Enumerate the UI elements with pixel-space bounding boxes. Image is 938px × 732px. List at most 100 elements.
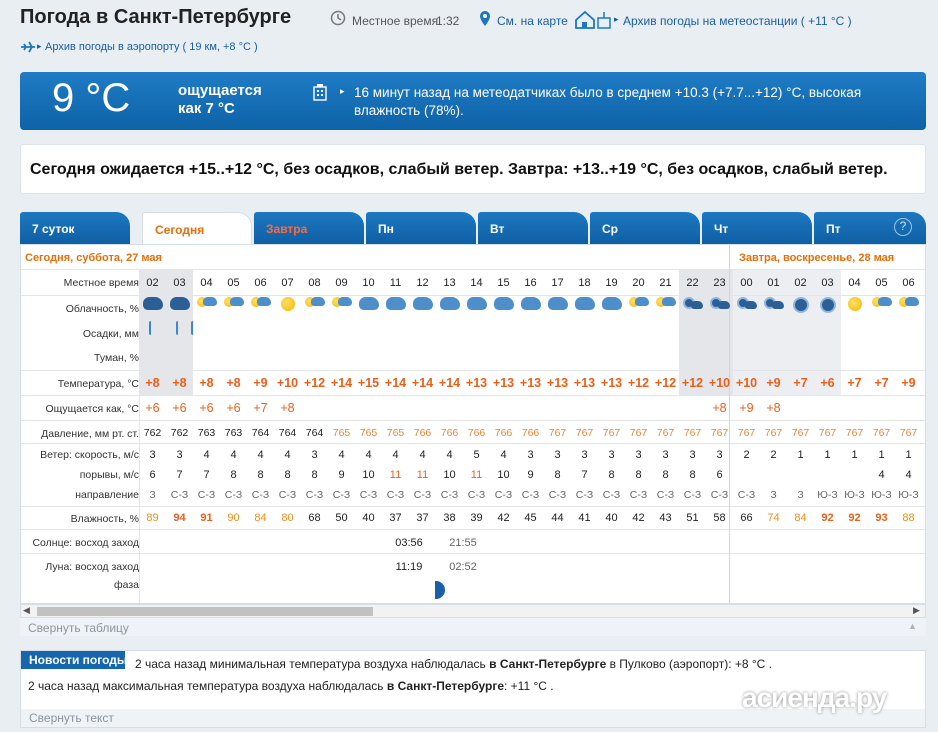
gust-cell: 8: [635, 469, 642, 481]
hour-cell: 18: [578, 277, 591, 289]
temp-cell: +9: [901, 376, 916, 390]
map-link[interactable]: См. на карте: [497, 14, 568, 28]
pressure-cell: 767: [818, 427, 837, 439]
hour-cell: 20: [632, 277, 645, 289]
arrow-icon: ▸: [614, 14, 619, 24]
row-divider: [21, 370, 925, 371]
wind-dir-cell: С-З: [710, 489, 729, 501]
feels-cell: +8: [712, 401, 727, 415]
gust-cell: 10: [443, 469, 456, 481]
gust-cell: 6: [716, 469, 723, 481]
airport-archive-link[interactable]: Архив погоды в аэропорту ( 19 км, +8 °C …: [45, 41, 258, 53]
wind-cell: 2: [770, 449, 777, 461]
cloud-icon: [544, 297, 571, 317]
wind-cell: 2: [743, 449, 750, 461]
pressure-cell: 767: [872, 427, 891, 439]
humidity-cell: 90: [227, 512, 240, 524]
hour-cell: 17: [551, 277, 564, 289]
humidity-cell: 66: [740, 512, 753, 524]
news-text: : +11 °C .: [504, 679, 554, 693]
temp-cell: +12: [681, 376, 704, 390]
wind-dir-cell: С-З: [548, 489, 567, 501]
gust-cell: 6: [149, 469, 156, 481]
gust-cell: 7: [203, 469, 210, 481]
day-tabs: 7 суток Сегодня Завтра Пн Вт Ср Чт Пт ?: [20, 212, 926, 244]
gust-cell: 10: [362, 469, 375, 481]
scroll-left-icon[interactable]: ◀: [23, 605, 30, 616]
news-item-1[interactable]: 2 часа назад минимальная температура воз…: [135, 657, 772, 671]
humidity-cell: 68: [308, 512, 321, 524]
temp-cell: +12: [303, 376, 326, 390]
temp-cell: +10: [708, 376, 731, 390]
wind-cell: 1: [797, 449, 804, 461]
pressure-cell: 765: [359, 427, 378, 439]
tab-tuesday[interactable]: Вт: [478, 212, 588, 244]
humidity-cell: 92: [848, 512, 861, 524]
sunrise-time: 03:56: [395, 537, 423, 549]
gust-cell: 9: [527, 469, 534, 481]
feels-cell: +6: [226, 401, 241, 415]
row-divider: [21, 395, 925, 396]
cloud-icon: [517, 297, 544, 317]
pressure-cell: 763: [224, 427, 243, 439]
table-scrollbar[interactable]: ◀ ▶: [20, 604, 926, 618]
scrollbar-thumb[interactable]: [37, 607, 373, 616]
pressure-cell: 767: [656, 427, 675, 439]
pressure-cell: 767: [629, 427, 648, 439]
wind-cell: 3: [716, 449, 723, 461]
collapse-table-bar[interactable]: Свернуть таблицу ▲: [20, 618, 926, 636]
pressure-cell: 765: [386, 427, 405, 439]
humidity-cell: 93: [875, 512, 888, 524]
hour-cell: 04: [848, 277, 861, 289]
tab-wednesday[interactable]: Ср: [590, 212, 700, 244]
hour-cell: 03: [821, 277, 834, 289]
tab-7days[interactable]: 7 суток: [20, 212, 130, 244]
tab-today[interactable]: Сегодня: [142, 212, 252, 244]
wind-dir-cell: С-З: [494, 489, 513, 501]
rain-drop-icon: [149, 321, 155, 335]
gust-cell: 8: [311, 469, 318, 481]
row-label-cloud: Облачность, %: [65, 303, 139, 315]
wind-dir-cell: С-З: [386, 489, 405, 501]
sun-cloud-icon: [220, 297, 247, 317]
pressure-cell: 766: [413, 427, 432, 439]
gust-cell: 11: [416, 469, 429, 481]
pressure-cell: 764: [278, 427, 297, 439]
news-city: в Санкт-Петербурге: [386, 679, 504, 693]
tab-monday[interactable]: Пн: [366, 212, 476, 244]
help-icon[interactable]: ?: [894, 218, 912, 236]
feels-like: ощущается как 7 °C: [178, 82, 262, 118]
scroll-right-icon[interactable]: ▶: [913, 605, 920, 616]
cloud-icon: [355, 297, 382, 317]
night-cloud-icon: [760, 297, 787, 317]
feels-label: ощущается: [178, 82, 262, 99]
temp-cell: +9: [766, 376, 781, 390]
sun-cloud-icon: [193, 297, 220, 317]
feels-value: как 7 °C: [178, 100, 235, 117]
wind-dir-cell: С-З: [521, 489, 540, 501]
pressure-cell: 762: [143, 427, 162, 439]
news-badge: Новости погоды: [21, 651, 127, 669]
wind-dir-cell: З: [149, 489, 156, 501]
pressure-cell: 767: [791, 427, 810, 439]
news-item-2[interactable]: 2 часа назад максимальная температура во…: [28, 679, 554, 693]
collapse-table-link[interactable]: Свернуть таблицу: [28, 621, 129, 635]
humidity-cell: 42: [632, 512, 645, 524]
hour-cell: 21: [659, 277, 672, 289]
night-icon: [814, 297, 841, 317]
gust-cell: 8: [284, 469, 291, 481]
humidity-cell: 88: [902, 512, 915, 524]
temp-cell: +7: [874, 376, 889, 390]
wind-dir-cell: С-З: [683, 489, 702, 501]
collapse-up-icon[interactable]: ▲: [908, 621, 917, 631]
night-cloud-rain-icon: [139, 297, 166, 317]
wind-dir-cell: С-З: [251, 489, 270, 501]
tab-thursday[interactable]: Чт: [702, 212, 812, 244]
row-label-wind: Ветер: скорость, м/с: [40, 449, 139, 461]
pressure-cell: 766: [440, 427, 459, 439]
pressure-cell: 767: [710, 427, 729, 439]
gust-cell: 11: [389, 469, 402, 481]
page-title: Погода в Санкт-Петербурге: [20, 6, 292, 28]
tab-tomorrow[interactable]: Завтра: [254, 212, 364, 244]
station-archive-link[interactable]: Архив погоды на метеостанции ( +11 °C ): [623, 14, 852, 28]
